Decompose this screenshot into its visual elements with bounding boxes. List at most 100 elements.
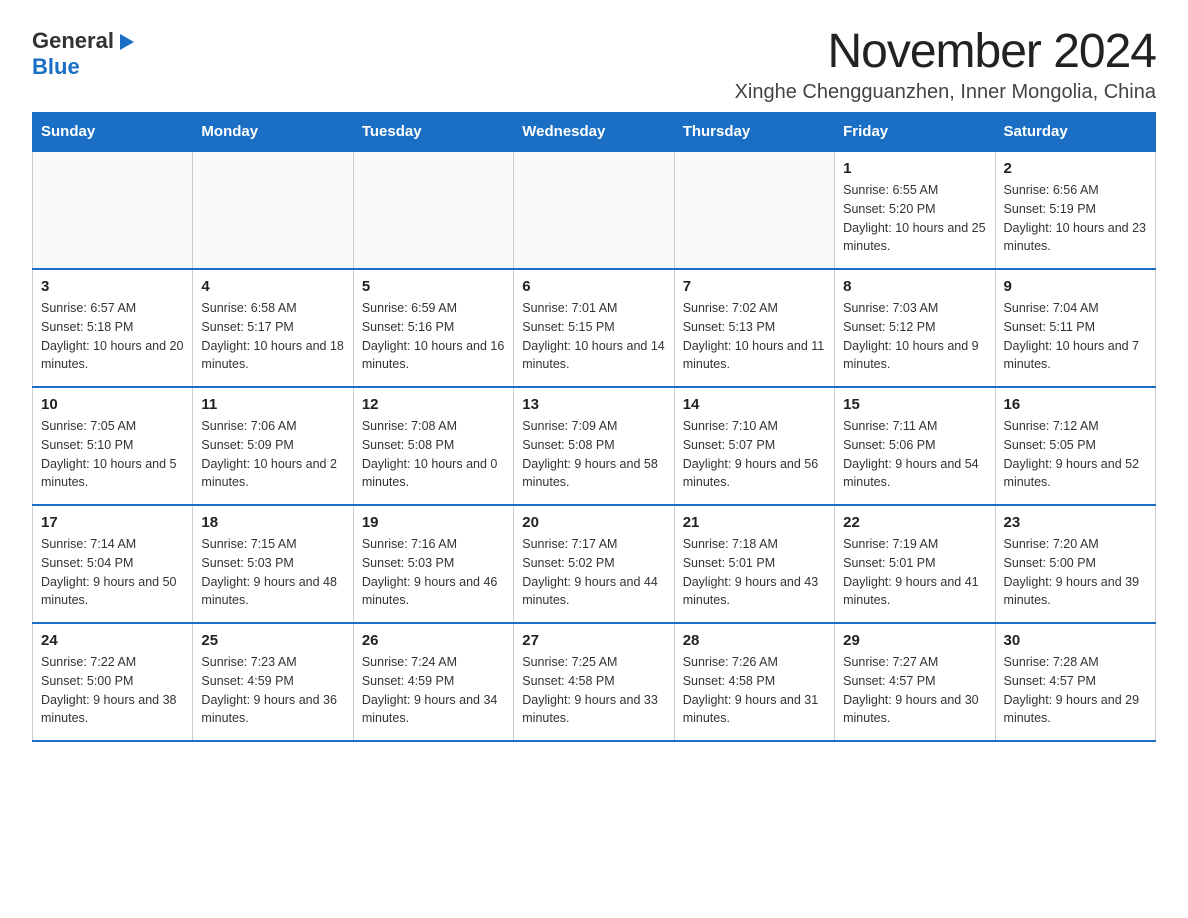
page-header: General Blue November 2024 Xinghe Chengg…	[32, 24, 1156, 104]
calendar-day-cell: 4 Sunrise: 6:58 AMSunset: 5:17 PMDaylight…	[193, 269, 353, 387]
calendar-day-cell: 9 Sunrise: 7:04 AMSunset: 5:11 PMDaylight…	[995, 269, 1155, 387]
main-title: November 2024	[735, 24, 1156, 79]
day-info: Sunrise: 7:24 AMSunset: 4:59 PMDaylight:…	[362, 653, 505, 728]
day-info: Sunrise: 7:17 AMSunset: 5:02 PMDaylight:…	[522, 535, 665, 610]
day-info: Sunrise: 7:18 AMSunset: 5:01 PMDaylight:…	[683, 535, 826, 610]
day-number: 20	[522, 514, 665, 531]
weekday-header-tuesday: Tuesday	[353, 113, 513, 152]
calendar-day-cell: 6 Sunrise: 7:01 AMSunset: 5:15 PMDaylight…	[514, 269, 674, 387]
calendar-day-cell	[353, 151, 513, 269]
calendar-body: 1 Sunrise: 6:55 AMSunset: 5:20 PMDaylight…	[33, 151, 1156, 741]
day-info: Sunrise: 7:25 AMSunset: 4:58 PMDaylight:…	[522, 653, 665, 728]
calendar-day-cell: 30 Sunrise: 7:28 AMSunset: 4:57 PMDayligh…	[995, 623, 1155, 741]
calendar-week-row: 24 Sunrise: 7:22 AMSunset: 5:00 PMDayligh…	[33, 623, 1156, 741]
day-number: 2	[1004, 160, 1147, 177]
calendar-day-cell	[193, 151, 353, 269]
day-number: 12	[362, 396, 505, 413]
calendar-day-cell: 19Sunrise: 7:16 AMSunset: 5:03 PMDayligh…	[353, 505, 513, 623]
day-info: Sunrise: 7:27 AMSunset: 4:57 PMDaylight:…	[843, 653, 986, 728]
day-info: Sunrise: 7:02 AMSunset: 5:13 PMDaylight:…	[683, 299, 826, 374]
day-info: Sunrise: 7:14 AMSunset: 5:04 PMDaylight:…	[41, 535, 184, 610]
day-number: 13	[522, 396, 665, 413]
logo-blue-text: Blue	[32, 54, 80, 79]
weekday-header-wednesday: Wednesday	[514, 113, 674, 152]
day-number: 10	[41, 396, 184, 413]
day-number: 5	[362, 278, 505, 295]
day-number: 14	[683, 396, 826, 413]
day-info: Sunrise: 6:55 AMSunset: 5:20 PMDaylight:…	[843, 181, 986, 256]
logo: General Blue	[32, 28, 136, 80]
weekday-header-sunday: Sunday	[33, 113, 193, 152]
day-number: 17	[41, 514, 184, 531]
day-info: Sunrise: 7:06 AMSunset: 5:09 PMDaylight:…	[201, 417, 344, 492]
day-number: 15	[843, 396, 986, 413]
day-number: 4	[201, 278, 344, 295]
day-number: 1	[843, 160, 986, 177]
calendar-week-row: 17 Sunrise: 7:14 AMSunset: 5:04 PMDayligh…	[33, 505, 1156, 623]
calendar-day-cell: 3Sunrise: 6:57 AMSunset: 5:18 PMDaylight…	[33, 269, 193, 387]
day-info: Sunrise: 7:10 AMSunset: 5:07 PMDaylight:…	[683, 417, 826, 492]
day-number: 22	[843, 514, 986, 531]
day-number: 7	[683, 278, 826, 295]
weekday-header-row: SundayMondayTuesdayWednesdayThursdayFrid…	[33, 113, 1156, 152]
day-number: 21	[683, 514, 826, 531]
calendar-day-cell: 17 Sunrise: 7:14 AMSunset: 5:04 PMDayligh…	[33, 505, 193, 623]
day-info: Sunrise: 7:16 AMSunset: 5:03 PMDaylight:…	[362, 535, 505, 610]
weekday-header-thursday: Thursday	[674, 113, 834, 152]
day-number: 30	[1004, 632, 1147, 649]
day-info: Sunrise: 6:59 AMSunset: 5:16 PMDaylight:…	[362, 299, 505, 374]
day-info: Sunrise: 7:22 AMSunset: 5:00 PMDaylight:…	[41, 653, 184, 728]
calendar-day-cell: 5 Sunrise: 6:59 AMSunset: 5:16 PMDaylight…	[353, 269, 513, 387]
calendar-week-row: 3Sunrise: 6:57 AMSunset: 5:18 PMDaylight…	[33, 269, 1156, 387]
day-info: Sunrise: 6:57 AMSunset: 5:18 PMDaylight:…	[41, 299, 184, 374]
calendar-day-cell: 25Sunrise: 7:23 AMSunset: 4:59 PMDayligh…	[193, 623, 353, 741]
calendar-header: SundayMondayTuesdayWednesdayThursdayFrid…	[33, 113, 1156, 152]
calendar-day-cell: 11 Sunrise: 7:06 AMSunset: 5:09 PMDayligh…	[193, 387, 353, 505]
day-number: 23	[1004, 514, 1147, 531]
calendar-day-cell: 24 Sunrise: 7:22 AMSunset: 5:00 PMDayligh…	[33, 623, 193, 741]
calendar-day-cell: 29 Sunrise: 7:27 AMSunset: 4:57 PMDayligh…	[835, 623, 995, 741]
day-info: Sunrise: 6:58 AMSunset: 5:17 PMDaylight:…	[201, 299, 344, 374]
calendar-day-cell	[514, 151, 674, 269]
calendar-day-cell: 28 Sunrise: 7:26 AMSunset: 4:58 PMDayligh…	[674, 623, 834, 741]
calendar-day-cell: 16Sunrise: 7:12 AMSunset: 5:05 PMDayligh…	[995, 387, 1155, 505]
day-number: 29	[843, 632, 986, 649]
day-info: Sunrise: 7:09 AMSunset: 5:08 PMDaylight:…	[522, 417, 665, 492]
day-number: 28	[683, 632, 826, 649]
title-block: November 2024 Xinghe Chengguanzhen, Inne…	[735, 24, 1156, 104]
day-info: Sunrise: 7:26 AMSunset: 4:58 PMDaylight:…	[683, 653, 826, 728]
day-info: Sunrise: 7:05 AMSunset: 5:10 PMDaylight:…	[41, 417, 184, 492]
day-number: 18	[201, 514, 344, 531]
calendar-day-cell	[33, 151, 193, 269]
calendar-day-cell: 1 Sunrise: 6:55 AMSunset: 5:20 PMDaylight…	[835, 151, 995, 269]
day-info: Sunrise: 7:20 AMSunset: 5:00 PMDaylight:…	[1004, 535, 1147, 610]
calendar-week-row: 10 Sunrise: 7:05 AMSunset: 5:10 PMDayligh…	[33, 387, 1156, 505]
logo-arrow-icon	[116, 32, 136, 52]
day-number: 25	[201, 632, 344, 649]
day-info: Sunrise: 7:04 AMSunset: 5:11 PMDaylight:…	[1004, 299, 1147, 374]
calendar-day-cell: 22 Sunrise: 7:19 AMSunset: 5:01 PMDayligh…	[835, 505, 995, 623]
day-info: Sunrise: 7:19 AMSunset: 5:01 PMDaylight:…	[843, 535, 986, 610]
calendar-day-cell: 27 Sunrise: 7:25 AMSunset: 4:58 PMDayligh…	[514, 623, 674, 741]
day-number: 9	[1004, 278, 1147, 295]
calendar-day-cell: 15 Sunrise: 7:11 AMSunset: 5:06 PMDayligh…	[835, 387, 995, 505]
calendar-day-cell: 26Sunrise: 7:24 AMSunset: 4:59 PMDayligh…	[353, 623, 513, 741]
calendar-day-cell: 14 Sunrise: 7:10 AMSunset: 5:07 PMDayligh…	[674, 387, 834, 505]
calendar-day-cell: 8Sunrise: 7:03 AMSunset: 5:12 PMDaylight…	[835, 269, 995, 387]
calendar-day-cell	[674, 151, 834, 269]
day-number: 11	[201, 396, 344, 413]
calendar-day-cell: 21 Sunrise: 7:18 AMSunset: 5:01 PMDayligh…	[674, 505, 834, 623]
calendar-day-cell: 12 Sunrise: 7:08 AMSunset: 5:08 PMDayligh…	[353, 387, 513, 505]
day-info: Sunrise: 7:11 AMSunset: 5:06 PMDaylight:…	[843, 417, 986, 492]
day-number: 24	[41, 632, 184, 649]
day-info: Sunrise: 7:28 AMSunset: 4:57 PMDaylight:…	[1004, 653, 1147, 728]
day-number: 6	[522, 278, 665, 295]
subtitle: Xinghe Chengguanzhen, Inner Mongolia, Ch…	[735, 81, 1156, 104]
calendar-week-row: 1 Sunrise: 6:55 AMSunset: 5:20 PMDaylight…	[33, 151, 1156, 269]
weekday-header-saturday: Saturday	[995, 113, 1155, 152]
day-number: 27	[522, 632, 665, 649]
day-info: Sunrise: 7:08 AMSunset: 5:08 PMDaylight:…	[362, 417, 505, 492]
logo-general-text: General	[32, 28, 114, 54]
day-info: Sunrise: 7:01 AMSunset: 5:15 PMDaylight:…	[522, 299, 665, 374]
day-info: Sunrise: 6:56 AMSunset: 5:19 PMDaylight:…	[1004, 181, 1147, 256]
